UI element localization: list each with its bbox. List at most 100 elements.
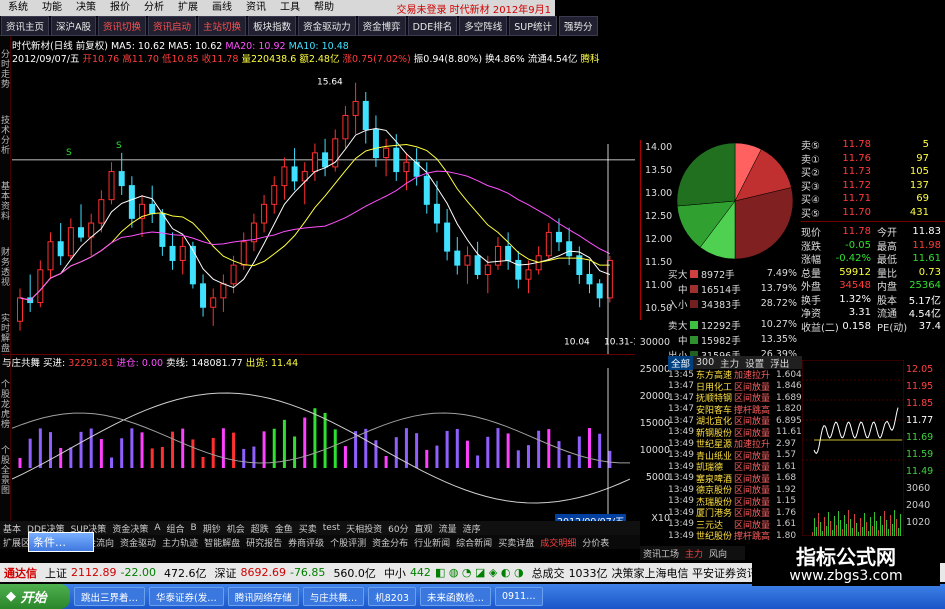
menu-item-7[interactable]: 资讯 [238, 0, 272, 16]
tick-row[interactable]: 13:49 世纪股份 撑杆跳高 1.80 [668, 530, 802, 542]
menu-item-8[interactable]: 工具 [272, 0, 306, 16]
bottom-tab-10[interactable]: 金鱼 [272, 522, 296, 535]
left-nav-item-3[interactable]: 财务透视 [0, 248, 11, 288]
left-nav-item-6[interactable]: 个股全景图 [0, 446, 11, 496]
tick-row[interactable]: 13:47 日用化工 区间放量 1.846 [668, 381, 802, 392]
tick-row[interactable]: 13:49 青山纸业 区间放量 1.57 [668, 450, 802, 461]
mini-volume-bar [838, 511, 839, 536]
bottom-tab-4[interactable]: A [151, 523, 163, 533]
tick-tab-2[interactable]: 主力 [717, 356, 742, 370]
tick-tab-0[interactable]: 全部 [668, 355, 694, 370]
toolbar-button-8[interactable]: DDE排名 [407, 15, 458, 36]
taskbar-item-3[interactable]: 与庄共舞… [302, 587, 365, 606]
left-nav-item-1[interactable]: 技术分析 [0, 116, 11, 156]
news-ticker[interactable]: 决策家上海电信 平安证券资讯 [608, 565, 763, 581]
bottom-tab-12[interactable]: test [320, 523, 343, 533]
toolbar-button-10[interactable]: SUP统计 [509, 15, 557, 36]
taskbar-item-4[interactable]: 机8203 [368, 587, 416, 606]
kline-chart[interactable]: 15.6410.0410.31-1SS [12, 64, 635, 354]
bottom-tab-13[interactable]: 天相投资 [343, 522, 385, 535]
bottom-tab-6[interactable]: B [188, 523, 200, 533]
tick-row[interactable]: 13:49 塞泉啤酒 区间放量 1.68 [668, 473, 802, 484]
menu-item-1[interactable]: 功能 [34, 0, 68, 16]
menu-item-6[interactable]: 画线 [204, 0, 238, 16]
tick-row[interactable]: 13:45 东方高速 加速拉升 1.604 [668, 369, 802, 381]
menu-item-9[interactable]: 帮助 [306, 0, 340, 16]
bottom-tab2-7[interactable]: 券商评级 [285, 536, 327, 549]
taskbar-item-2[interactable]: 腾讯网络存储 [227, 587, 299, 606]
bottom-tab2-13[interactable]: 成交明细 [537, 536, 579, 549]
tick-tab-4[interactable]: 浮出 [767, 356, 792, 370]
taskbar-item-1[interactable]: 华泰证券(发… [149, 587, 224, 606]
tick-row[interactable]: 13:49 凯瑞德 区间放量 1.61 [668, 461, 802, 473]
taskbar-item-6[interactable]: 0911… [494, 587, 543, 606]
toolbar-button-4[interactable]: 主站切换 [198, 15, 247, 36]
condition-popup[interactable]: 条件… [28, 532, 94, 552]
toolbar-button-5[interactable]: 板块指数 [248, 15, 297, 36]
indicator-chart[interactable] [12, 368, 635, 520]
bottom-tab-8[interactable]: 机会 [224, 522, 248, 535]
tick-row[interactable]: 13:47 湖北宜化 区间放量 6.895 [668, 415, 802, 427]
toolbar-button-11[interactable]: 强势分 [558, 15, 598, 36]
right-tab-2[interactable]: 风向 [706, 547, 730, 560]
toolbar-button-7[interactable]: 资金博弈 [357, 15, 406, 36]
tick-row[interactable]: 13:49 杰瑞股份 区间放量 1.15 [668, 496, 802, 507]
taskbar-item-5[interactable]: 未来函数检… [419, 587, 491, 606]
indicator-bar [567, 454, 571, 468]
bottom-tab-7[interactable]: 期钞 [200, 522, 224, 535]
bottom-tab-5[interactable]: 组合 [164, 522, 188, 535]
start-button[interactable]: ◆ 开始 [0, 584, 70, 609]
tick-row[interactable]: 13:47 安阳客车 撑杆跳高 1.820 [668, 404, 802, 415]
bottom-tab2-5[interactable]: 智能解盘 [201, 536, 243, 549]
tick-row[interactable]: 13:47 抚顺特钢 区间放量 1.689 [668, 392, 802, 404]
left-nav-item-5[interactable]: 个股龙虎榜 [0, 380, 11, 430]
mini-volume-bar [884, 511, 885, 536]
bottom-tab2-12[interactable]: 买卖详盘 [495, 536, 537, 549]
bottom-tab-11[interactable]: 买卖 [296, 522, 320, 535]
bottom-tab-15[interactable]: 直观 [412, 522, 436, 535]
bottom-tab-17[interactable]: 涟序 [460, 522, 484, 535]
toolbar-button-3[interactable]: 资讯启动 [148, 15, 197, 36]
bottom-tab-0[interactable]: 基本 [0, 522, 24, 535]
toolbar-button-9[interactable]: 多空阵线 [459, 15, 508, 36]
menu-item-0[interactable]: 系统 [0, 0, 34, 16]
right-tab-1[interactable]: 主力 [682, 547, 706, 560]
tick-tab-1[interactable]: 300 [693, 357, 717, 368]
tick-row[interactable]: 13:49 世纪星源 加速拉升 2.97 [668, 438, 802, 450]
indicator-bar [587, 428, 591, 468]
tick-tab-3[interactable]: 设置 [742, 356, 767, 370]
menu-item-3[interactable]: 报价 [102, 0, 136, 16]
menu-item-5[interactable]: 扩展 [170, 0, 204, 16]
left-nav-item-0[interactable]: 分时走势 [0, 50, 11, 90]
bottom-tab-16[interactable]: 流量 [436, 522, 460, 535]
menu-item-2[interactable]: 决策 [68, 0, 102, 16]
bottom-tab2-8[interactable]: 个股评测 [327, 536, 369, 549]
bottom-tab2-10[interactable]: 行业新闻 [411, 536, 453, 549]
left-nav-item-2[interactable]: 基本资料 [0, 182, 11, 222]
mini-volume-bar [846, 524, 847, 536]
bottom-tab2-4[interactable]: 主力轨迹 [159, 536, 201, 549]
toolbar-button-0[interactable]: 资讯主页 [1, 15, 50, 36]
bottom-tab2-11[interactable]: 综合新闻 [453, 536, 495, 549]
right-tab-0[interactable]: 资讯工场 [640, 547, 682, 560]
taskbar-item-0[interactable]: 跳出三界着… [74, 587, 146, 606]
menu-item-4[interactable]: 分析 [136, 0, 170, 16]
toolbar-button-1[interactable]: 深沪A股 [51, 15, 97, 36]
toolbar-button-6[interactable]: 资金驱动力 [298, 15, 356, 36]
indicator-bar [313, 408, 317, 468]
bottom-tab2-9[interactable]: 资金分布 [369, 536, 411, 549]
toolbar-button-2[interactable]: 资讯切换 [98, 15, 147, 36]
tray-icons[interactable]: ◧ ◍ ◔ ◪ ◈ ◐ ◑ [431, 566, 528, 579]
tick-row[interactable]: 13:49 三元达 区间放量 1.61 [668, 519, 802, 530]
tick-row[interactable]: 13:49 德京股份 区间放量 1.92 [668, 484, 802, 496]
bottom-tab-9[interactable]: 超跌 [248, 522, 272, 535]
left-nav-item-4[interactable]: 实时解盘 [0, 314, 11, 354]
bottom-tab2-14[interactable]: 分价表 [579, 536, 612, 549]
tick-row[interactable]: 13:49 新钢股份 区间放量 11.61 [668, 427, 802, 438]
tick-row[interactable]: 13:49 厦门港务 区间放量 1.76 [668, 507, 802, 519]
bottom-tab-14[interactable]: 60分 [385, 522, 411, 535]
bottom-tab2-6[interactable]: 研究报告 [243, 536, 285, 549]
candle-body [433, 203, 440, 224]
bottom-tab2-3[interactable]: 资金驱动 [117, 536, 159, 549]
bottom-tab-3[interactable]: 资金决策 [109, 522, 151, 535]
